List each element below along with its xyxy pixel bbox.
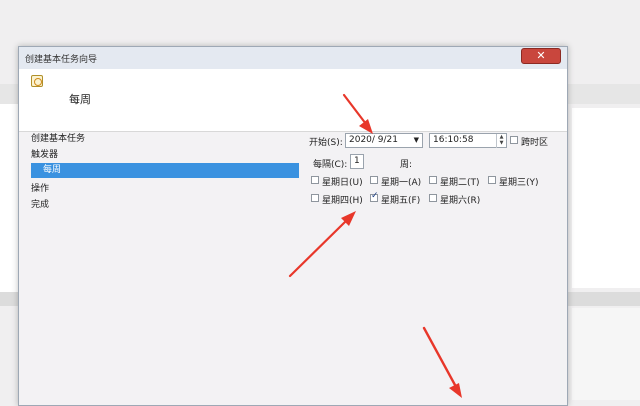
arrow-pointing-to-date: [342, 93, 373, 134]
annotation-arrows: [288, 93, 462, 398]
arrow-pointing-to-friday: [288, 211, 356, 278]
arrow-pointing-to-next-button: [422, 326, 462, 398]
